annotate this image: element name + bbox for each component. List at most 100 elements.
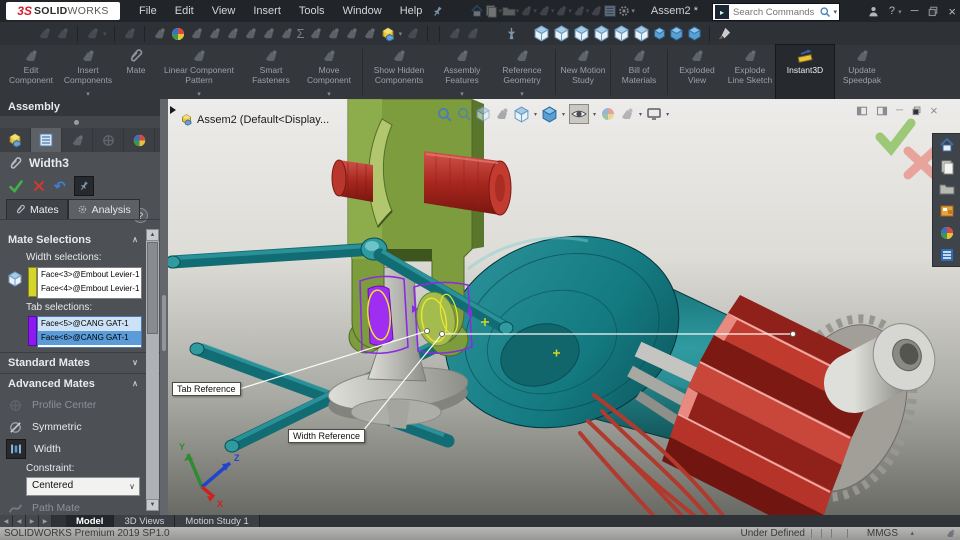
interference-icon[interactable] (405, 26, 420, 41)
appearance-brush-icon[interactable] (717, 26, 732, 41)
user-account-icon[interactable] (867, 5, 880, 18)
zoom-area-button[interactable] (456, 106, 472, 122)
tab-model[interactable]: Model (66, 515, 115, 527)
search-scope-icon[interactable]: ▸ (715, 5, 729, 19)
tab-scroll-first-button[interactable]: ◀ (0, 515, 13, 527)
status-tag-icon[interactable] (945, 528, 956, 539)
mate-selections-section[interactable]: Mate Selections ∧ (0, 231, 146, 249)
sketch-icon[interactable] (122, 26, 137, 41)
view-right-cube-icon[interactable] (593, 25, 610, 42)
view-front-cube-icon[interactable] (533, 25, 550, 42)
menu-help[interactable]: Help (391, 0, 432, 22)
menu-insert[interactable]: Insert (244, 0, 290, 22)
ribbon-linear-component-pattern[interactable]: Linear Component Pattern ▾ (154, 45, 244, 99)
units-selector[interactable]: MMGS (867, 527, 898, 540)
new-document-icon[interactable] (484, 4, 498, 18)
constraint-dropdown[interactable]: Centered ∨ (26, 477, 140, 496)
cancel-x-button[interactable] (32, 179, 46, 193)
anchor-pin-icon[interactable] (504, 26, 519, 41)
graphics-viewport[interactable]: Y Z X Assem2 (Default<Display... ▾ ▾ ▾ ▾ (168, 99, 960, 515)
ribbon-reference-geometry[interactable]: Reference Geometry ▾ (491, 45, 553, 99)
width-reference-callout[interactable]: Width Reference (288, 429, 366, 443)
open-icon[interactable] (502, 4, 516, 18)
tab-feature-manager[interactable] (0, 128, 31, 152)
apply-scene-button[interactable] (619, 106, 635, 122)
view-trimetric-cube-icon[interactable] (687, 26, 702, 41)
ribbon-smart-fasteners[interactable]: Smart Fasteners (244, 45, 298, 99)
width-selections-listbox[interactable]: Face<3>@Embout Levier-1 Face<4>@Embout L… (37, 267, 142, 299)
menu-edit[interactable]: Edit (166, 0, 203, 22)
panel-splitter-row[interactable] (0, 116, 160, 128)
view-back-cube-icon[interactable] (553, 25, 570, 42)
document-breadcrumb[interactable]: Assem2 (Default<Display... (180, 113, 329, 126)
ok-check-button[interactable] (8, 178, 24, 194)
sketch-tools-icon[interactable] (447, 26, 462, 41)
measure-icon[interactable] (170, 26, 186, 42)
scroll-down-button[interactable]: ▼ (146, 499, 159, 511)
tab-scroll-prev-button[interactable]: ◀ (13, 515, 26, 527)
menu-tools[interactable]: Tools (290, 0, 334, 22)
ribbon-bill-of-materials[interactable]: Bill of Materials (613, 45, 665, 99)
tab-dimxpert-manager[interactable] (93, 128, 124, 152)
rebuild-icon[interactable] (589, 4, 603, 18)
options-gear-icon[interactable] (617, 4, 631, 18)
doc-close-button[interactable]: × (930, 103, 938, 118)
taskpane-appearances-icon[interactable] (939, 225, 955, 241)
profile-center-mate-row[interactable]: Profile Center (0, 395, 146, 415)
confirm-cancel-x[interactable] (903, 146, 939, 180)
convert-entities-icon[interactable] (465, 26, 480, 41)
restore-button[interactable] (927, 5, 939, 17)
panel-viewport-splitter[interactable] (160, 99, 168, 515)
view-top-cube-icon[interactable] (613, 25, 630, 42)
ribbon-new-motion-study[interactable]: New Motion Study (558, 45, 608, 99)
taskpane-resources-icon[interactable] (939, 159, 955, 175)
update-icon[interactable] (362, 26, 377, 41)
smart-dimension-icon[interactable] (152, 26, 167, 41)
advanced-mates-section[interactable]: Advanced Mates ∧ (0, 375, 146, 393)
print-icon[interactable] (537, 4, 551, 18)
tab-selections-listbox[interactable]: Face<5>@CANG GAT-1 Face<6>@CANG GAT-1 (37, 316, 142, 348)
section-properties-icon[interactable] (207, 26, 222, 41)
record-video-icon[interactable] (55, 26, 70, 41)
view-bottom-cube-icon[interactable] (633, 25, 650, 42)
width-mate-row[interactable]: Width (0, 439, 146, 459)
keep-visible-pin-button[interactable] (73, 176, 94, 196)
hide-show-items-button[interactable] (569, 104, 590, 124)
ribbon-edit-component[interactable]: Edit Component (4, 45, 58, 99)
undo-icon[interactable] (554, 4, 568, 18)
tab-reference-callout[interactable]: Tab Reference (172, 382, 241, 396)
screen-capture-icon[interactable] (37, 26, 52, 41)
units-dropdown-arrow[interactable]: ▴ (910, 527, 914, 540)
mass-properties-icon[interactable] (189, 26, 204, 41)
taskpane-design-library-icon[interactable] (939, 203, 955, 219)
tab-motion-study-1[interactable]: Motion Study 1 (175, 515, 260, 527)
left-red-pin-part[interactable] (331, 159, 373, 202)
ribbon-move-component[interactable]: Move Component ▾ (298, 45, 360, 99)
tab-3d-views[interactable]: 3D Views (114, 515, 176, 527)
ribbon-explode-line-sketch[interactable]: Explode Line Sketch (724, 45, 776, 99)
dock-right-icon[interactable] (876, 105, 888, 117)
menu-view[interactable]: View (203, 0, 245, 22)
dock-left-icon[interactable] (856, 105, 868, 117)
list-item[interactable]: Face<4>@Embout Levier-1 (38, 282, 141, 296)
draft-analysis-icon[interactable] (326, 26, 341, 41)
select-arrow-icon[interactable] (85, 26, 100, 41)
save-icon[interactable] (519, 4, 533, 18)
view-iso-cube-icon[interactable] (653, 27, 666, 40)
list-item[interactable]: Face<3>@Embout Levier-1 (38, 268, 141, 282)
menu-window[interactable]: Window (334, 0, 391, 22)
check-model-icon[interactable] (243, 26, 258, 41)
ribbon-insert-components[interactable]: Insert Components ▾ (58, 45, 118, 99)
minimize-button[interactable]: ─ (911, 5, 919, 17)
view-left-cube-icon[interactable] (573, 25, 590, 42)
ribbon-assembly-features[interactable]: Assembly Features ▾ (433, 45, 491, 99)
undo-button[interactable]: ↶ (54, 179, 66, 193)
tab-mates[interactable]: Mates (6, 199, 68, 219)
help-button[interactable]: ? ▾ (889, 5, 902, 17)
feature-tree-flyout-arrow[interactable] (170, 106, 176, 114)
sensor-icon[interactable] (225, 26, 240, 41)
curvature-icon[interactable] (308, 26, 323, 41)
tab-configuration-manager[interactable] (62, 128, 93, 152)
view-settings-button[interactable] (646, 106, 662, 122)
edit-appearance-button[interactable] (600, 106, 616, 122)
